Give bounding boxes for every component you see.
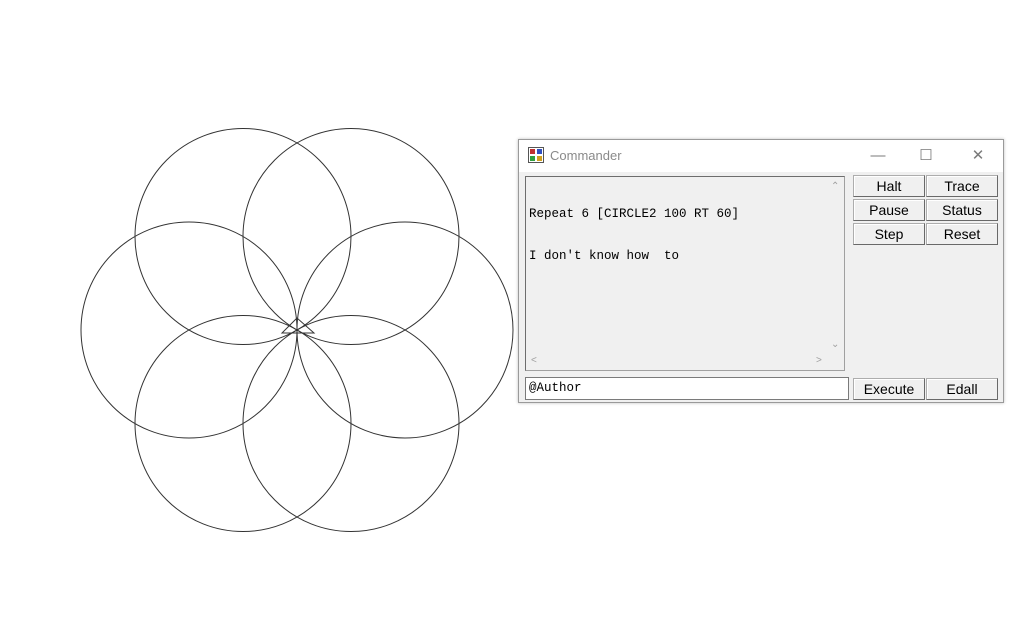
commander-window: Commander — ☐ ✕ Repeat 6 [CIRCLE2 100 RT… <box>518 139 1004 403</box>
halt-button[interactable]: Halt <box>853 175 925 197</box>
output-line: I don't know how to <box>529 249 680 263</box>
close-button[interactable]: ✕ <box>955 140 1001 172</box>
reset-button[interactable]: Reset <box>926 223 998 245</box>
horizontal-scrollbar[interactable]: < > <box>526 353 828 370</box>
minimize-icon: — <box>870 147 886 164</box>
scroll-left-icon[interactable]: < <box>531 356 537 366</box>
output-line: Repeat 6 [CIRCLE2 100 RT 60] <box>529 207 740 221</box>
step-button[interactable]: Step <box>853 223 925 245</box>
scroll-right-icon[interactable]: > <box>816 356 822 366</box>
edall-button[interactable]: Edall <box>926 378 998 400</box>
scroll-down-icon[interactable]: ⌄ <box>831 340 839 350</box>
status-button[interactable]: Status <box>926 199 998 221</box>
command-input[interactable]: @Author <box>525 377 849 400</box>
close-icon: ✕ <box>971 147 985 164</box>
trace-button[interactable]: Trace <box>926 175 998 197</box>
output-area[interactable]: Repeat 6 [CIRCLE2 100 RT 60] I don't kno… <box>525 176 845 371</box>
maximize-icon: ☐ <box>919 147 933 164</box>
pause-button[interactable]: Pause <box>853 199 925 221</box>
execute-button[interactable]: Execute <box>853 378 925 400</box>
circle-pattern <box>80 128 514 532</box>
title-bar[interactable]: Commander — ☐ ✕ <box>519 140 1003 172</box>
app-icon <box>528 147 544 163</box>
output-text: Repeat 6 [CIRCLE2 100 RT 60] I don't kno… <box>529 179 829 291</box>
window-title: Commander <box>550 148 622 163</box>
maximize-button[interactable]: ☐ <box>903 140 949 172</box>
minimize-button[interactable]: — <box>855 140 901 172</box>
vertical-scrollbar[interactable]: ⌃ ⌄ <box>827 177 844 353</box>
scroll-up-icon[interactable]: ⌃ <box>831 182 839 192</box>
